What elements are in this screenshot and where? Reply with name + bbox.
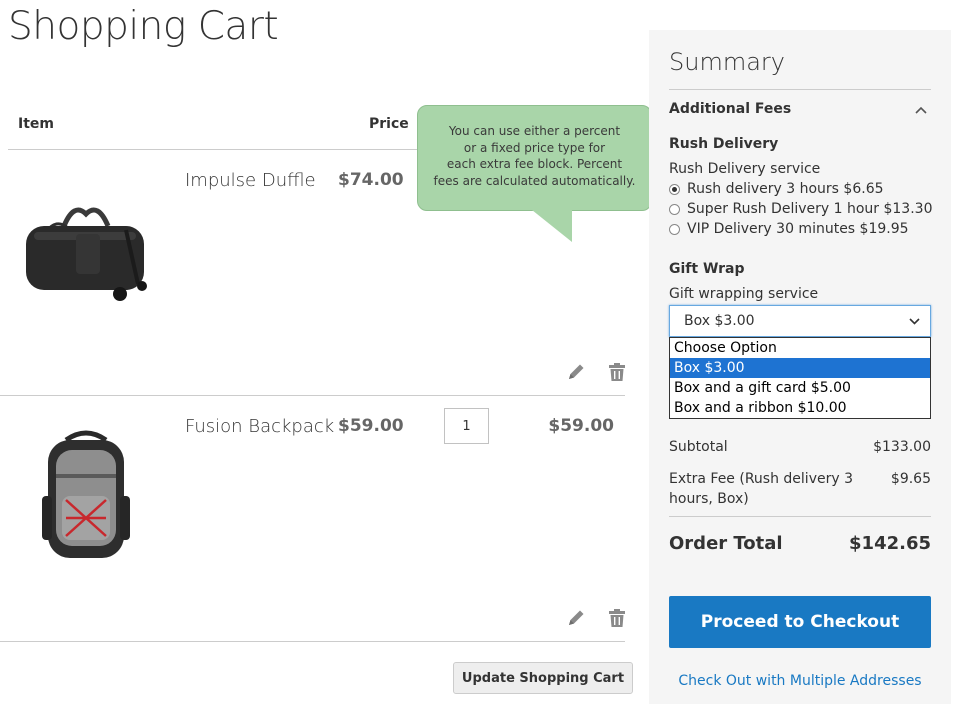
column-header-item: Item: [18, 116, 54, 132]
gift-wrap-subtitle: Gift wrapping service: [669, 286, 819, 302]
column-header-price: Price: [369, 116, 409, 132]
gift-wrap-select[interactable]: Box $3.00: [669, 305, 931, 337]
cart-row: Fusion Backpack $59.00 $59.00: [0, 396, 625, 642]
subtotal-value: $133.00: [873, 439, 931, 455]
divider: [669, 89, 931, 90]
radio-button[interactable]: [669, 223, 680, 235]
pencil-icon[interactable]: [565, 607, 587, 629]
radio-button[interactable]: [669, 203, 680, 215]
quantity-input[interactable]: [444, 408, 489, 444]
multiple-addresses-link[interactable]: Check Out with Multiple Addresses: [649, 673, 951, 689]
dropdown-option[interactable]: Box and a ribbon $10.00: [670, 398, 930, 418]
divider: [0, 641, 625, 642]
gift-wrap-options-list: Choose Option Box $3.00 Box and a gift c…: [669, 337, 931, 419]
backpack-image[interactable]: [16, 426, 156, 566]
tooltip-line: or a fixed price type for: [463, 140, 606, 155]
additional-fees-toggle[interactable]: Additional Fees: [669, 101, 791, 117]
tooltip-line: each extra fee block. Percent: [446, 157, 623, 171]
dropdown-option[interactable]: Box and a gift card $5.00: [670, 378, 930, 398]
gift-wrap-title: Gift Wrap: [669, 261, 745, 277]
dropdown-option[interactable]: Box $3.00: [670, 358, 930, 378]
subtotal-label: Subtotal: [669, 439, 728, 455]
extra-fee-value: $9.65: [890, 471, 931, 487]
extra-fee-label-line: hours, Box): [669, 491, 749, 507]
update-cart-button[interactable]: Update Shopping Cart: [453, 662, 633, 694]
rush-delivery-title: Rush Delivery: [669, 136, 779, 152]
tooltip-line: fees are calculated automatically.: [433, 173, 636, 188]
product-price: $59.00: [338, 416, 404, 436]
radio-label: VIP Delivery 30 minutes $19.95: [687, 221, 909, 237]
radio-label: Super Rush Delivery 1 hour $13.30: [687, 201, 933, 217]
radio-label: Rush delivery 3 hours $6.65: [687, 181, 884, 197]
trash-icon[interactable]: [606, 607, 628, 629]
extra-fee-label: Extra Fee (Rush delivery 3 hours, Box): [669, 469, 853, 509]
proceed-to-checkout-button[interactable]: Proceed to Checkout: [669, 596, 931, 648]
summary-title: Summary: [669, 48, 785, 76]
duffle-bag-image[interactable]: [16, 174, 156, 314]
rush-option-1-hour[interactable]: Super Rush Delivery 1 hour $13.30: [669, 201, 932, 217]
pencil-icon[interactable]: [565, 361, 587, 383]
order-total-value: $142.65: [849, 533, 931, 554]
select-value: Box $3.00: [684, 313, 755, 329]
order-summary: Summary Additional Fees Rush Delivery Ru…: [649, 30, 951, 704]
dropdown-option[interactable]: Choose Option: [670, 338, 930, 358]
product-price: $74.00: [338, 170, 404, 190]
order-total-label: Order Total: [669, 533, 783, 554]
rush-delivery-subtitle: Rush Delivery service: [669, 161, 821, 177]
chevron-up-icon[interactable]: [915, 106, 927, 114]
info-tooltip: You can use either a percent or a fixed …: [417, 105, 652, 211]
product-name[interactable]: Fusion Backpack: [185, 416, 334, 437]
chevron-down-icon: [909, 318, 920, 325]
rush-option-30-minutes[interactable]: VIP Delivery 30 minutes $19.95: [669, 221, 909, 237]
rush-option-3-hours[interactable]: Rush delivery 3 hours $6.65: [669, 181, 884, 197]
extra-fee-label-line: Extra Fee (Rush delivery 3: [669, 471, 853, 487]
divider: [669, 516, 931, 517]
tooltip-line: You can use either a percent: [448, 124, 621, 138]
product-name[interactable]: Impulse Duffle: [185, 170, 316, 191]
tooltip-pointer: [532, 210, 572, 242]
page-title: Shopping Cart: [8, 4, 279, 49]
row-subtotal: $59.00: [548, 416, 614, 436]
trash-icon[interactable]: [606, 361, 628, 383]
radio-button[interactable]: [669, 183, 680, 195]
